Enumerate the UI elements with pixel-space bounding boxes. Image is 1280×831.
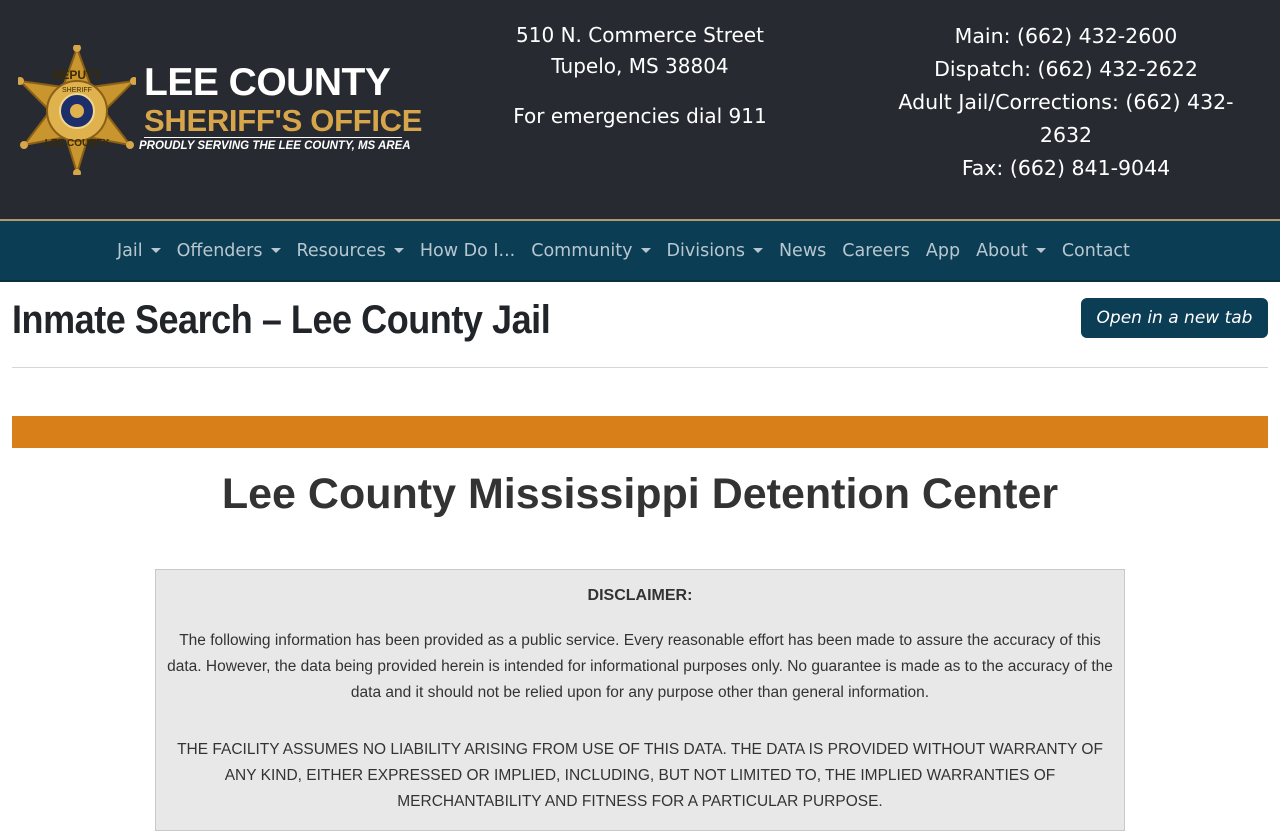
nav-item-label: Divisions (666, 240, 745, 261)
logo-title: LEE COUNTY (144, 61, 391, 104)
nav-item-contact[interactable]: Contact (1054, 241, 1138, 261)
logo-subtitle: SHERIFF'S OFFICE (144, 103, 423, 138)
nav-item-community[interactable]: Community (523, 241, 658, 261)
nav-item-label: Contact (1061, 240, 1130, 261)
nav-item-news[interactable]: News (771, 241, 834, 261)
nav-item-offenders[interactable]: Offenders (169, 241, 289, 261)
svg-text:LEE COUNTY: LEE COUNTY (45, 138, 110, 149)
logo-divider (144, 137, 402, 138)
fax-number: Fax: (662) 841-9044 (961, 156, 1171, 180)
nav-item-label: Community (531, 240, 633, 261)
nav-item-resources[interactable]: Resources (289, 241, 412, 261)
nav-item-label: Offenders (176, 240, 263, 261)
page-title: Inmate Search – Lee County Jail (12, 298, 551, 342)
phone-main[interactable]: Main: (662) 432-2600 (876, 20, 1256, 53)
nav-item-app[interactable]: App (918, 241, 968, 261)
address-city: Tupelo, MS 38804 (551, 54, 729, 78)
nav-item-jail[interactable]: Jail (109, 241, 169, 261)
nav-item-label: How Do I... (419, 240, 516, 261)
nav-item-careers[interactable]: Careers (834, 241, 918, 261)
emergency-notice: For emergencies dial 911 (513, 104, 767, 128)
nav-item-about[interactable]: About (968, 241, 1054, 261)
phone-dispatch[interactable]: Dispatch: (662) 432-2622 (876, 53, 1256, 86)
site-header: DEPUTY SHERIFF LEE COUNTY LEE COUNTY SHE… (0, 0, 1280, 221)
phone-jail-line2[interactable]: 2632 (876, 119, 1256, 152)
embed-header-bar (12, 416, 1268, 448)
logo-tagline: PROUDLY SERVING THE LEE COUNTY, MS AREA (139, 140, 411, 152)
site-logo[interactable]: DEPUTY SHERIFF LEE COUNTY LEE COUNTY SHE… (18, 45, 422, 175)
disclaimer-box: DISCLAIMER: The following information ha… (155, 569, 1125, 831)
nav-item-how-do-i[interactable]: How Do I... (412, 241, 523, 261)
sheriff-badge-icon: DEPUTY SHERIFF LEE COUNTY (18, 45, 136, 175)
caret-down-icon (393, 248, 404, 253)
title-divider (12, 367, 1268, 368)
embed-title: Lee County Mississippi Detention Center (221, 470, 1059, 518)
nav-item-label: Jail (117, 240, 143, 261)
open-new-tab-button[interactable]: Open in a new tab (1081, 298, 1268, 338)
address-street: 510 N. Commerce Street (516, 23, 764, 47)
nav-item-divisions[interactable]: Divisions (659, 241, 771, 261)
nav-item-label: App (925, 240, 961, 261)
main-navigation: Jail Offenders Resources How Do I... Com… (0, 221, 1280, 282)
nav-item-label: Resources (296, 240, 386, 261)
caret-down-icon (640, 248, 651, 253)
disclaimer-heading: DISCLAIMER: (587, 587, 693, 604)
phone-jail-line1[interactable]: Adult Jail/Corrections: (662) 432- (876, 86, 1256, 119)
contact-phones: Main: (662) 432-2600 Dispatch: (662) 432… (876, 20, 1256, 185)
svg-text:SHERIFF: SHERIFF (62, 87, 92, 94)
nav-menu: Jail Offenders Resources How Do I... Com… (109, 221, 1138, 280)
nav-item-label: About (976, 240, 1028, 261)
caret-down-icon (270, 248, 281, 253)
office-address: 510 N. Commerce Street Tupelo, MS 38804 … (470, 20, 810, 132)
caret-down-icon (752, 248, 763, 253)
nav-item-label: News (778, 240, 827, 261)
svg-text:DEPUTY: DEPUTY (53, 68, 102, 82)
caret-down-icon (1035, 248, 1046, 253)
caret-down-icon (150, 248, 161, 253)
disclaimer-paragraph: The following information has been provi… (167, 632, 1113, 701)
disclaimer-liability-paragraph: THE FACILITY ASSUMES NO LIABILITY ARISIN… (177, 741, 1103, 810)
nav-item-label: Careers (842, 240, 910, 261)
